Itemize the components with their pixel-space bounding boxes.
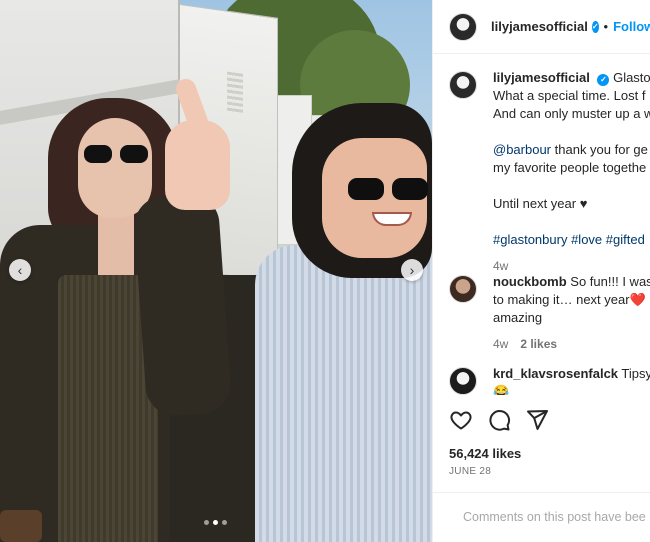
- raised-hand: [165, 120, 230, 210]
- carousel-indicator: [204, 520, 227, 525]
- hashtag-link[interactable]: #gifted: [606, 232, 645, 247]
- comments-list[interactable]: lilyjamesofficial ✓ Glaston What a speci…: [433, 55, 650, 395]
- mention-link[interactable]: @barbour: [493, 142, 551, 157]
- separator-dot: •: [603, 19, 609, 34]
- avatar[interactable]: [449, 275, 477, 303]
- paper-plane-icon[interactable]: [525, 408, 549, 432]
- action-bar: [449, 408, 549, 432]
- hashtag-link[interactable]: #love: [571, 232, 602, 247]
- hashtag-link[interactable]: #glastonbury: [493, 232, 567, 247]
- comments-disabled-notice: Comments on this post have bee: [463, 510, 646, 524]
- carousel-dot: [222, 520, 227, 525]
- caption-text-line: Until next year: [493, 196, 577, 211]
- caption-text-line: my favorite people togethe: [493, 160, 647, 175]
- comment-text: Tipsy: [621, 366, 650, 381]
- sunglasses: [84, 145, 150, 165]
- comment-username[interactable]: krd_klavsrosenfalck: [493, 366, 618, 381]
- follow-button[interactable]: Follow: [613, 19, 650, 34]
- comment-text: to making it… next year: [493, 292, 630, 307]
- carousel-dot-active: [213, 520, 218, 525]
- comment-age: 4w: [493, 337, 509, 351]
- person-right-shirt: [255, 245, 432, 542]
- caption-text-line: What a special time. Lost f: [493, 88, 646, 103]
- laughing-emoji: 😂: [493, 384, 510, 395]
- header-username[interactable]: lilyjamesofficial: [491, 19, 588, 34]
- post-date: JUNE 28: [449, 466, 492, 477]
- carousel-dot: [204, 520, 209, 525]
- post-side-panel: lilyjamesofficial ✓ • Follow lilyjamesof…: [432, 0, 650, 542]
- heart-outline-icon[interactable]: [449, 408, 473, 432]
- caption-text-line: thank you for ge: [554, 142, 648, 157]
- carousel-next-button[interactable]: ›: [401, 259, 423, 281]
- heart-emoji: ❤️: [629, 292, 646, 307]
- raised-arm: [132, 192, 233, 418]
- person-left-neck: [98, 212, 134, 282]
- post-photo[interactable]: ‹ ›: [0, 0, 432, 542]
- comment-bubble-icon[interactable]: [487, 408, 511, 432]
- person-left-face: [78, 118, 152, 218]
- heart-emoji: ♥: [579, 196, 588, 211]
- divider: [433, 492, 650, 493]
- comment-username[interactable]: nouckbomb: [493, 274, 567, 289]
- comment-likes[interactable]: 2 likes: [520, 335, 557, 353]
- handbag: [0, 510, 42, 542]
- comment-text: So fun!!! I was: [570, 274, 650, 289]
- caption-username[interactable]: lilyjamesofficial: [493, 70, 590, 85]
- carousel-prev-button[interactable]: ‹: [9, 259, 31, 281]
- caption-text-line: And can only muster up a w: [493, 106, 650, 121]
- verified-badge-icon: ✓: [597, 74, 610, 86]
- chevron-right-icon: ›: [409, 262, 415, 278]
- verified-badge-icon: ✓: [591, 20, 599, 33]
- post-header: lilyjamesofficial ✓ • Follow: [433, 0, 650, 54]
- chevron-left-icon: ‹: [17, 262, 23, 278]
- avatar[interactable]: [449, 367, 477, 395]
- sunglasses: [348, 178, 430, 202]
- avatar[interactable]: [449, 71, 477, 99]
- avatar[interactable]: [449, 12, 477, 41]
- comment: krd_klavsrosenfalck Tipsy 😂: [449, 365, 650, 395]
- likes-count[interactable]: 56,424 likes: [449, 446, 521, 461]
- caption-text-line: Glaston: [613, 70, 650, 85]
- comment-text: amazing: [493, 310, 543, 325]
- caption: lilyjamesofficial ✓ Glaston What a speci…: [449, 69, 650, 275]
- comment: nouckbomb So fun!!! I was to making it… …: [449, 273, 650, 353]
